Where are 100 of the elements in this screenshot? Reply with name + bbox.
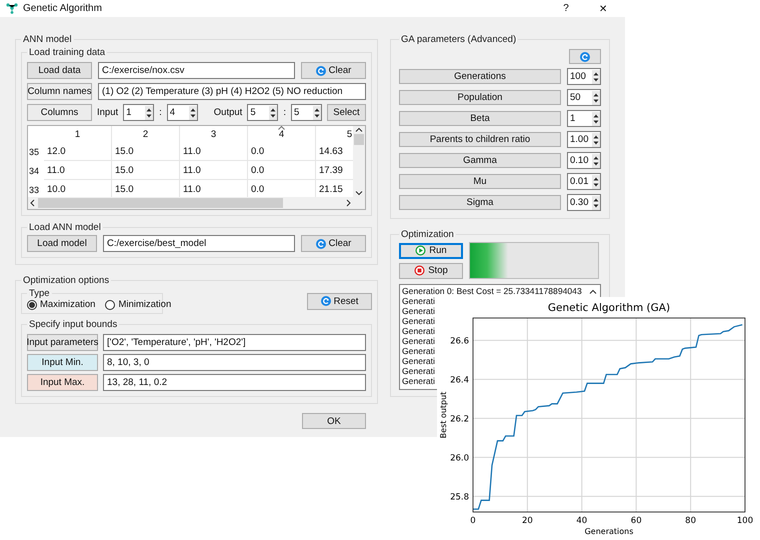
stop-button[interactable]: Stop <box>399 262 463 278</box>
column-names-button[interactable]: Column names <box>27 83 92 100</box>
scrollbar-thumb[interactable] <box>354 134 364 145</box>
bound-label-button[interactable]: Input Min. <box>27 354 98 371</box>
log-line: Generati <box>402 336 435 346</box>
separator: : <box>283 107 286 118</box>
group-title: Load ANN model <box>28 222 102 233</box>
spin-arrows-icon <box>269 106 278 120</box>
group-title: GA parameters (Advanced) <box>400 34 518 45</box>
number-spinbox[interactable]: 50 <box>567 89 601 106</box>
bound-label-button[interactable]: Input parameters <box>27 334 98 351</box>
tick-label: 26.0 <box>450 453 469 464</box>
log-line: Generati <box>402 316 435 326</box>
number-spinbox[interactable]: 1 <box>567 110 601 127</box>
row-header: 35 <box>28 146 40 158</box>
number-spinbox[interactable]: 1 <box>123 104 154 121</box>
close-button[interactable]: ✕ <box>587 2 619 14</box>
tick-label: 26.2 <box>450 414 469 424</box>
play-icon <box>415 245 426 256</box>
group-title: Load training data <box>28 47 106 58</box>
reset-button[interactable]: Reset <box>307 292 372 310</box>
log-line: Generati <box>402 376 435 386</box>
group-title: Optimization <box>400 229 455 240</box>
select-button[interactable]: Select <box>326 104 366 121</box>
spin-arrows-icon <box>592 70 600 84</box>
spin-arrows-icon <box>312 106 321 120</box>
clear-button[interactable]: Clear <box>301 235 366 252</box>
chart-title: Genetic Algorithm (GA) <box>548 302 670 314</box>
path-field[interactable]: C:/exercise/best_model <box>103 235 295 252</box>
axis-label: Generations <box>584 527 634 536</box>
tick-label: 80 <box>685 516 696 526</box>
column-header[interactable]: 1 <box>44 126 112 142</box>
help-button[interactable]: ? <box>550 3 582 14</box>
axis-label: Best output <box>439 392 448 438</box>
number-spinbox[interactable]: 0.01 <box>567 173 601 190</box>
spin-arrows-icon <box>592 196 600 210</box>
scrollbar-thumb[interactable] <box>38 198 283 208</box>
column-header[interactable]: 4 <box>248 126 316 142</box>
bound-field[interactable]: 8, 10, 3, 0 <box>103 354 366 371</box>
log-line: Generati <box>402 326 435 336</box>
log-line: Generati <box>402 306 435 316</box>
parameter-button[interactable]: Gamma <box>399 153 561 168</box>
number-spinbox[interactable]: 1.00 <box>567 131 601 148</box>
refresh-icon <box>316 66 326 76</box>
tick-label: 20 <box>522 516 533 526</box>
parameter-button[interactable]: Mu <box>399 174 561 189</box>
path-field[interactable]: C:/exercise/nox.csv <box>98 62 295 79</box>
load-data-button[interactable]: Load data <box>27 62 92 79</box>
column-header[interactable]: 2 <box>112 126 180 142</box>
group-title: Specify input bounds <box>28 319 118 330</box>
refresh-icon <box>316 238 326 248</box>
number-spinbox[interactable]: 5 <box>290 104 322 121</box>
clear-button[interactable]: Clear <box>301 62 366 79</box>
number-spinbox[interactable]: 100 <box>567 68 601 85</box>
vertical-scrollbar[interactable] <box>353 126 365 197</box>
radio-option[interactable]: Maximization <box>27 299 96 310</box>
number-spinbox[interactable]: 5 <box>247 104 278 121</box>
output-label: Output <box>214 107 242 118</box>
ok-button[interactable]: OK <box>302 413 366 429</box>
tick-label: 26.6 <box>450 336 469 346</box>
reset-params-button[interactable] <box>569 49 601 64</box>
tick-label: 60 <box>630 516 642 526</box>
input-label: Input <box>97 107 118 118</box>
number-spinbox[interactable]: 0.30 <box>567 194 601 211</box>
bound-label-button[interactable]: Input Max. <box>27 374 98 391</box>
tick-label: 40 <box>576 516 588 526</box>
bound-field[interactable]: ['O2', 'Temperature', 'pH', 'H2O2'] <box>103 334 366 351</box>
parameter-button[interactable]: Sigma <box>399 195 561 210</box>
load-model-button[interactable]: Load model <box>27 235 97 252</box>
parameter-button[interactable]: Generations <box>399 69 561 84</box>
number-spinbox[interactable]: 0.10 <box>567 152 601 169</box>
parameter-button[interactable]: Beta <box>399 111 561 126</box>
number-spinbox[interactable]: 4 <box>166 104 198 121</box>
radio-button[interactable] <box>27 300 37 310</box>
table-cell: 11.0 <box>180 142 248 161</box>
tick-label: 26.4 <box>450 375 469 386</box>
radio-option[interactable]: Minimization <box>105 299 172 310</box>
parameter-button[interactable]: Parents to children ratio <box>399 132 561 147</box>
table-cell: 11.0 <box>180 161 248 180</box>
tick-label: 100 <box>736 516 754 526</box>
group-title: Optimization options <box>22 275 110 286</box>
window-title: Genetic Algorithm <box>23 3 103 14</box>
column-names-field[interactable]: (1) O2 (2) Temperature (3) pH (4) H2O2 (5) NO reduction <box>98 83 366 100</box>
spin-arrows-icon <box>592 154 600 168</box>
column-header[interactable]: 3 <box>180 126 248 142</box>
horizontal-scrollbar[interactable] <box>28 197 365 209</box>
columns-button[interactable]: Columns <box>27 104 92 121</box>
spin-arrows-icon <box>592 112 600 126</box>
run-button[interactable]: Run <box>399 242 463 258</box>
group-title: Type <box>28 288 51 299</box>
tick-label: 25.8 <box>450 492 469 502</box>
row-header: 33 <box>28 184 40 196</box>
parameter-button[interactable]: Population <box>399 90 561 105</box>
spin-arrows-icon <box>592 174 600 188</box>
radio-button[interactable] <box>105 300 116 310</box>
stop-icon <box>414 265 426 276</box>
tick-label: 0 <box>470 516 476 526</box>
log-line: Generati <box>402 346 435 356</box>
bound-field[interactable]: 13, 28, 11, 0.2 <box>103 374 366 391</box>
separator: : <box>159 107 162 118</box>
